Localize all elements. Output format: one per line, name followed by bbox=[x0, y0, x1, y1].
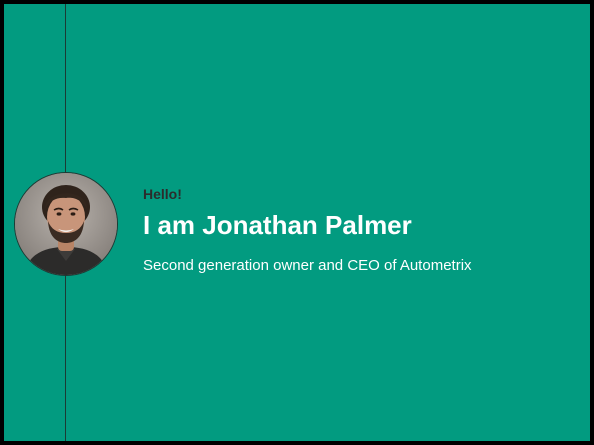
avatar bbox=[14, 172, 118, 276]
greeting-text: Hello! bbox=[143, 186, 182, 202]
subtitle-text: Second generation owner and CEO of Autom… bbox=[143, 257, 472, 274]
name-heading: I am Jonathan Palmer bbox=[143, 210, 412, 240]
person-photo-icon bbox=[15, 173, 117, 275]
slide-canvas: Hello! I am Jonathan Palmer Second gener… bbox=[0, 0, 594, 445]
